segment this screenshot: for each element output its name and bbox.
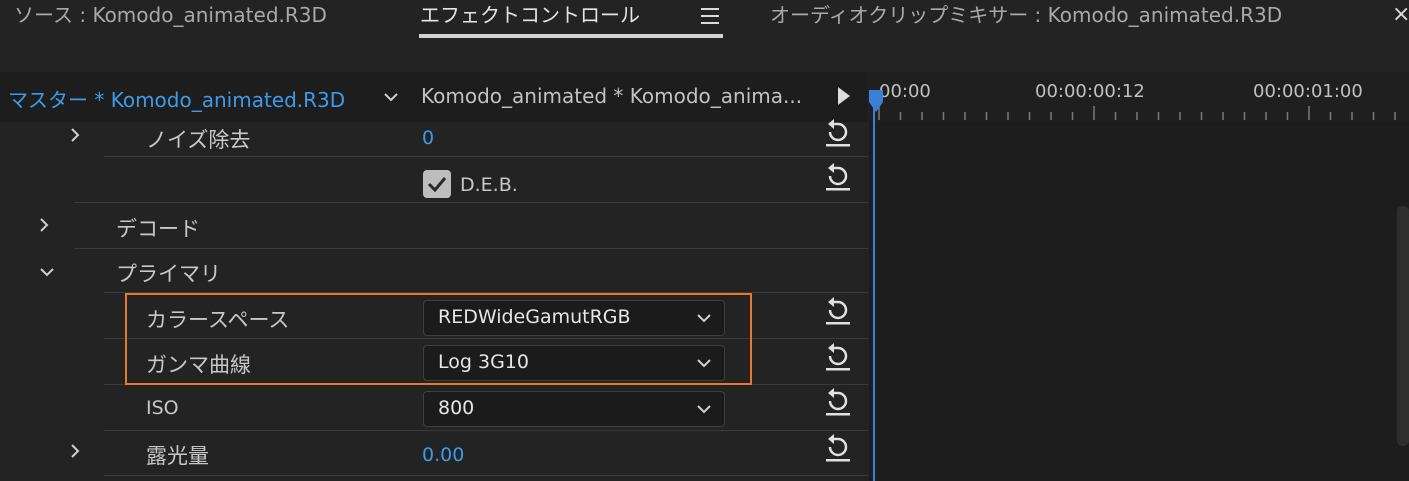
primary-label: プライマリ	[116, 262, 221, 286]
deb-label: D.E.B.	[460, 174, 518, 196]
row-divider	[74, 248, 868, 249]
reset-icon[interactable]	[822, 162, 854, 192]
tab-effect-controls[interactable]: エフェクトコントロール	[420, 0, 640, 34]
chevron-right-icon[interactable]	[68, 444, 82, 458]
decode-label: デコード	[116, 217, 200, 241]
chevron-down-icon[interactable]	[383, 89, 399, 105]
reset-icon[interactable]	[822, 342, 854, 372]
panel-menu-icon[interactable]	[701, 8, 719, 24]
noise-reduction-value[interactable]: 0	[422, 127, 434, 149]
ruler-ticks	[878, 106, 1396, 120]
reset-icon[interactable]	[822, 387, 854, 417]
row-divider	[104, 475, 868, 476]
active-tab-underline	[419, 34, 723, 38]
tab-audio-clip-mixer[interactable]: オーディオクリップミキサー : Komodo_animated.R3D	[770, 0, 1282, 34]
tab-source-monitor[interactable]: ソース : Komodo_animated.R3D	[14, 0, 327, 34]
vertical-scrollbar[interactable]	[1397, 206, 1409, 446]
checkmark-icon	[427, 177, 447, 193]
panel-tab-bar: ソース : Komodo_animated.R3D エフェクトコントロール オー…	[0, 0, 1409, 60]
property-row-noise-reduction: ノイズ除去 0	[0, 119, 868, 167]
effect-properties-list: ノイズ除去 0 D.E.B. デコード プライマリ カラースペース REDWid…	[0, 119, 868, 481]
highlight-annotation-box	[125, 293, 752, 385]
playhead-line[interactable]	[873, 104, 875, 481]
row-divider	[104, 156, 868, 157]
iso-value: 800	[438, 397, 475, 419]
playhead-handle-icon[interactable]	[869, 90, 883, 112]
iso-dropdown[interactable]: 800	[423, 391, 725, 427]
timecode-label: 00:00	[879, 81, 931, 102]
reset-icon[interactable]	[822, 433, 854, 463]
timecode-label: 00:00:01:00	[1253, 81, 1363, 102]
noise-reduction-label: ノイズ除去	[146, 128, 251, 152]
iso-label: ISO	[146, 397, 179, 419]
reset-icon[interactable]	[822, 118, 854, 148]
chevron-down-icon[interactable]	[40, 265, 54, 279]
deb-checkbox[interactable]	[423, 170, 451, 198]
exposure-value[interactable]: 0.00	[422, 444, 464, 466]
row-divider	[74, 202, 868, 203]
sequence-clip-label[interactable]: Komodo_animated * Komodo_anima...	[421, 84, 806, 108]
effect-controls-header: マスター * Komodo_animated.R3D Komodo_animat…	[0, 72, 868, 122]
row-divider	[104, 430, 868, 431]
master-clip-label[interactable]: マスター * Komodo_animated.R3D	[8, 84, 345, 113]
close-icon[interactable]: ×	[1392, 0, 1409, 34]
chevron-right-icon[interactable]	[68, 128, 82, 142]
chevron-right-icon[interactable]	[37, 218, 51, 232]
play-arrow-icon[interactable]	[838, 87, 850, 105]
reset-icon[interactable]	[822, 296, 854, 326]
timecode-label: 00:00:00:12	[1035, 81, 1145, 102]
time-ruler[interactable]: 00:00 00:00:00:12 00:00:01:00	[869, 72, 1409, 122]
effect-timeline[interactable]: 00:00 00:00:00:12 00:00:01:00	[869, 72, 1409, 481]
chevron-down-icon	[697, 405, 711, 414]
exposure-label: 露光量	[146, 444, 209, 468]
